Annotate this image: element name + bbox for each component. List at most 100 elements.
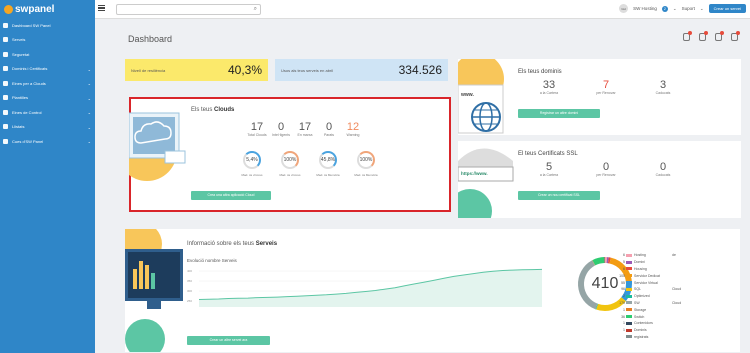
legend-label: Domini: [634, 260, 645, 265]
chevron-down-icon[interactable]: ⌄: [88, 139, 91, 144]
user-menu[interactable]: SW Hosting: [633, 6, 657, 11]
logo-icon: [4, 4, 13, 14]
chevron-down-icon[interactable]: ⌄: [88, 81, 91, 86]
y-tick-label: 250: [187, 299, 192, 303]
create-cloud-button[interactable]: Crea una altra aplicació Cloud: [191, 191, 271, 200]
sidebar-item-icon: [3, 37, 8, 43]
sidebar-item-8[interactable]: Cues d'SW Panel ⌄: [0, 134, 95, 149]
legend-count: 1: [623, 321, 625, 326]
sidebar-item-label: Dominis i Certificats: [12, 66, 48, 72]
new-service-button[interactable]: Crear un servei: [708, 4, 746, 13]
stat-label: per Renovar: [596, 91, 616, 95]
sidebar-item-label: Eines de Control: [12, 109, 42, 115]
sidebar-item-5[interactable]: Plantilles ⌄: [0, 91, 95, 106]
legend-item: registrats: [616, 334, 681, 341]
notification-dot: [736, 31, 740, 35]
avatar[interactable]: GH: [619, 4, 629, 13]
sidebar-item-icon: [3, 22, 8, 28]
resilience-value: 40,3%: [227, 63, 262, 77]
chevron-down-icon[interactable]: ⌄: [700, 6, 704, 12]
gauge-label: Mad. ús vCores: [279, 173, 301, 177]
stat-label: per Renovar: [596, 173, 616, 177]
sidebar-item-6[interactable]: Eines de Control ⌄: [0, 105, 95, 120]
legend-count: 105: [619, 273, 625, 278]
donut-slice: [592, 257, 605, 266]
stat-value: 33: [542, 79, 556, 91]
notification-dot: [720, 31, 724, 35]
chart-subtitle: Evolució nombre Serveis: [187, 258, 237, 263]
stat-value: 7: [602, 79, 610, 91]
sidebar: swpanel Dashboard SW Panel Serveis Seguret…: [0, 0, 95, 353]
legend-swatch: [626, 328, 632, 332]
stat-item: 5a la Cartera: [531, 161, 567, 177]
sidebar-nav: Dashboard SW Panel Serveis Seguretat Domini…: [0, 18, 95, 149]
legend-label: Servidor Dedicat: [634, 273, 660, 278]
legend-swatch: [626, 260, 632, 264]
sidebar-item-label: Cues d'SW Panel: [12, 138, 44, 144]
sidebar-item-label: Serveis: [12, 37, 26, 43]
sidebar-item-2[interactable]: Seguretat: [0, 47, 95, 62]
domains-card: www. Els teus dominis Registrar un altre…: [458, 59, 741, 135]
y-tick-label: 300: [187, 289, 192, 293]
stat-item: 3 Caducats: [645, 79, 681, 95]
legend-label: Housing: [634, 266, 647, 271]
chevron-down-icon[interactable]: ⌄: [88, 96, 91, 101]
sidebar-item-1[interactable]: Serveis: [0, 33, 95, 48]
usage-gauge: 100%: [281, 151, 299, 169]
search-icon[interactable]: ⌕: [254, 6, 257, 13]
logo[interactable]: swpanel: [0, 0, 95, 18]
legend-count: 5: [623, 260, 625, 265]
services-title: Informació sobre els teus Serveis: [187, 241, 278, 247]
legend-swatch: [626, 315, 632, 319]
main-content: Dashboard Nivell de resiliència 40,3% Us…: [95, 19, 750, 353]
sidebar-item-3[interactable]: Dominis i Certificats ⌄: [0, 62, 95, 77]
legend-label: Contenidors: [634, 321, 653, 326]
sidebar-item-7[interactable]: Llistats ⌄: [0, 120, 95, 135]
warning-icon[interactable]: [715, 31, 724, 41]
legend-swatch: [626, 274, 632, 278]
legend-item: 179 SW Cloud: [616, 300, 681, 307]
legend-item: 55 Servidor Virtual: [616, 279, 681, 286]
menu-icon[interactable]: [98, 5, 105, 11]
y-tick-label: 350: [187, 279, 192, 283]
support-menu[interactable]: Suport: [682, 6, 695, 11]
gauge-label: Mad. ús Memòria: [354, 173, 378, 177]
legend-item: 36 Switch: [616, 313, 681, 320]
message-icon[interactable]: [731, 31, 740, 41]
legend-item: 5 Domini: [616, 259, 681, 266]
legend-label: SQL: [634, 287, 642, 292]
register-domain-button[interactable]: Registrar un altre domini: [518, 109, 600, 118]
ssl-illustration: [458, 148, 514, 218]
domains-title: Els teus dominis: [518, 69, 562, 75]
stat-label: Caducats: [655, 91, 671, 95]
sidebar-item-icon: [3, 138, 8, 144]
legend-item: 96 SQL Cloud: [616, 286, 681, 293]
legend-item: 105 Servidor Dedicat: [616, 272, 681, 279]
legend-count: 55: [621, 280, 625, 285]
stat-label: a la Cartera: [539, 173, 559, 177]
chart-area: [199, 269, 542, 307]
clouds-title: Els teus Clouds: [191, 107, 235, 113]
services-chart: 400 350 300 250: [187, 268, 542, 307]
chevron-down-icon[interactable]: ⌄: [673, 6, 677, 12]
gauge-value: 100%: [283, 157, 297, 163]
search-input[interactable]: ⌕: [116, 4, 261, 15]
services-legend: 6 Hosting de 5 Domini 6 Housing 105 Servidor Ded…: [616, 252, 681, 340]
gauge-value: 5,4%: [246, 157, 258, 163]
legend-extra: Cloud: [672, 300, 682, 305]
page-title: Dashboard: [128, 34, 173, 44]
chevron-down-icon[interactable]: ⌄: [88, 125, 91, 130]
gauge-label: Mad. ús Memòria: [316, 173, 340, 177]
legend-swatch: [626, 267, 632, 271]
bell-icon[interactable]: [683, 31, 692, 41]
chevron-down-icon[interactable]: ⌄: [88, 67, 91, 72]
usage-label: Usos als teus serveis en abril: [281, 68, 334, 73]
stat-item: 0 Caducats: [645, 161, 681, 177]
chevron-down-icon[interactable]: ⌄: [88, 110, 91, 115]
sidebar-item-4[interactable]: Eines per a Clouds ⌄: [0, 76, 95, 91]
sidebar-item-0[interactable]: Dashboard SW Panel: [0, 18, 95, 33]
info-icon[interactable]: [699, 31, 708, 41]
create-ssl-button[interactable]: Crear un nou certificat SSL: [518, 191, 600, 200]
cloud-illustration: [129, 112, 186, 181]
create-service-button[interactable]: Crear un altre servei ara: [187, 336, 270, 345]
